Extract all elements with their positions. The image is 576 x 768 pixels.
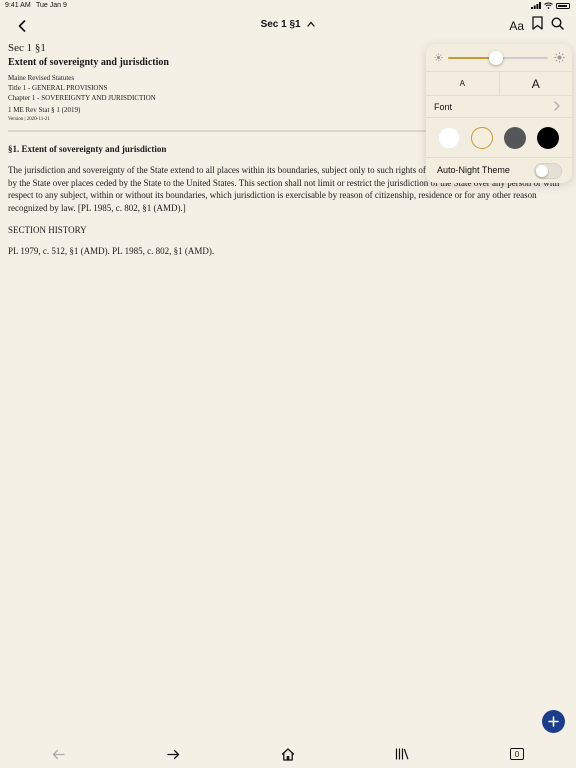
brightness-low-icon [434,53,443,62]
previous-section-button[interactable] [48,744,68,764]
status-icons [531,2,570,9]
toggle-thumb [536,165,548,177]
history-text: PL 1979, c. 512, §1 (AMD). PL 1985, c. 8… [8,246,215,256]
nav-title-button[interactable]: Sec 1 §1 [0,19,576,30]
search-icon [551,16,564,30]
library-icon [395,748,409,760]
chevron-right-icon [554,101,560,111]
font-picker-row[interactable]: Font [426,96,572,118]
nav-bar: Sec 1 §1 Aa [0,12,576,40]
decrease-font-button[interactable]: A [426,72,500,95]
increase-font-button[interactable]: A [500,72,573,95]
theme-swatch-gray[interactable] [504,127,526,149]
cellular-signal-icon [531,2,541,9]
bottom-toolbar: 0 [0,740,576,768]
theme-swatch-black[interactable] [537,127,559,149]
brightness-high-icon [554,52,565,63]
arrow-left-icon [52,749,65,759]
search-button[interactable] [551,16,564,35]
auto-night-row: Auto-Night Theme [426,158,572,183]
chevron-up-icon [307,21,316,28]
add-button[interactable] [542,710,565,733]
nav-title: Sec 1 §1 [260,19,301,30]
arrow-right-icon [166,749,179,759]
status-bar: 9:41 AM Tue Jan 9 [0,0,576,12]
wifi-icon [544,2,553,9]
auto-night-toggle[interactable] [534,163,562,179]
font-settings-button[interactable]: Aa [509,19,524,33]
status-time: 9:41 AM [5,2,31,9]
font-label: Font [434,102,453,112]
battery-icon [556,2,570,9]
font-size-row: A A [426,72,572,96]
nav-actions: Aa [509,16,564,35]
next-section-button[interactable] [163,744,183,764]
brightness-row [426,44,572,72]
bookmark-button[interactable] [532,16,543,35]
tab-count: 0 [510,748,524,760]
display-settings-popover: A A Font Auto-Night Theme [426,44,572,183]
theme-swatch-white[interactable] [438,127,460,149]
auto-night-label: Auto-Night Theme [437,165,510,175]
home-button[interactable] [278,744,298,764]
theme-row [426,118,572,158]
history-heading: SECTION HISTORY [8,225,87,235]
status-date: Tue Jan 9 [36,2,67,9]
theme-swatch-sepia[interactable] [471,127,493,149]
home-icon [281,747,295,761]
brightness-slider-knob[interactable] [489,51,503,65]
plus-icon [548,716,559,727]
divider [8,130,428,132]
bookmark-icon [532,16,543,30]
tabs-button[interactable]: 0 [507,744,527,764]
library-button[interactable] [392,744,412,764]
